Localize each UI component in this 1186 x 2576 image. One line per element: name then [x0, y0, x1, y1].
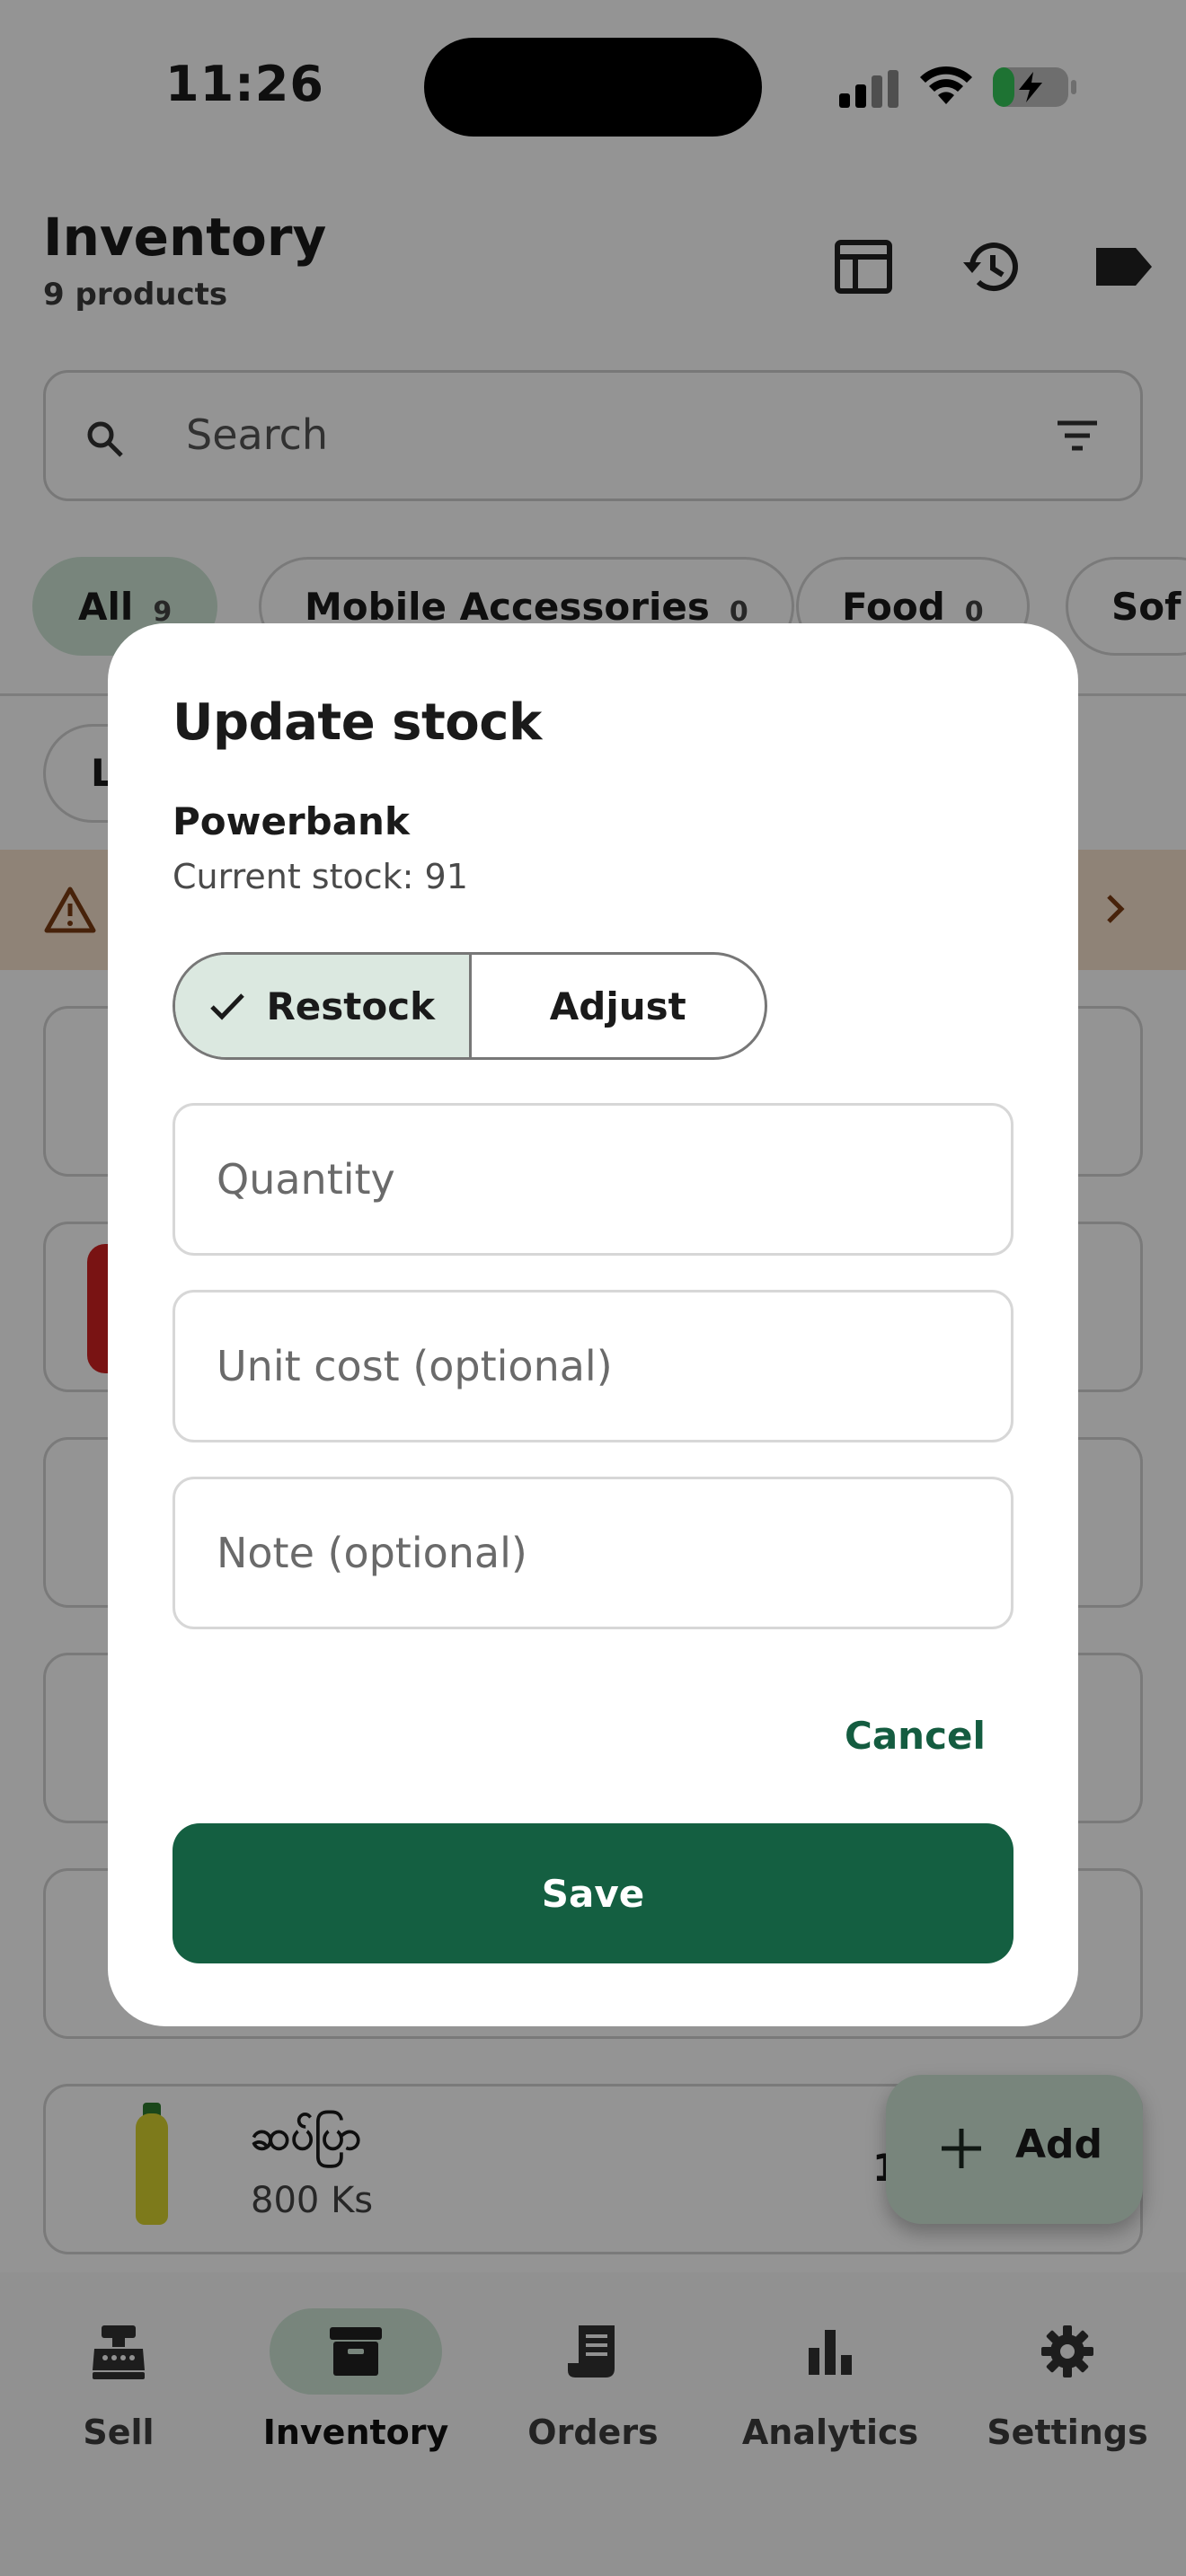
dialog-title: Update stock — [173, 693, 542, 752]
product-name: Powerbank — [173, 799, 410, 843]
restock-label: Restock — [266, 984, 436, 1028]
update-stock-dialog: Update stock Powerbank Current stock: 91… — [108, 623, 1078, 2026]
save-button[interactable]: Save — [173, 1823, 1013, 1963]
note-field[interactable] — [173, 1477, 1013, 1629]
cancel-button[interactable]: Cancel — [845, 1714, 986, 1758]
unit-cost-field[interactable] — [173, 1290, 1013, 1442]
adjust-label: Adjust — [549, 984, 686, 1028]
adjust-option[interactable]: Adjust — [472, 955, 766, 1057]
note-input[interactable] — [175, 1479, 1011, 1627]
check-icon — [210, 993, 245, 1020]
unit-cost-input[interactable] — [175, 1292, 1011, 1440]
quantity-field[interactable] — [173, 1103, 1013, 1256]
stock-mode-toggle: Restock Adjust — [173, 952, 767, 1060]
current-stock: Current stock: 91 — [173, 857, 468, 896]
restock-option[interactable]: Restock — [175, 955, 472, 1057]
quantity-input[interactable] — [175, 1106, 1011, 1253]
